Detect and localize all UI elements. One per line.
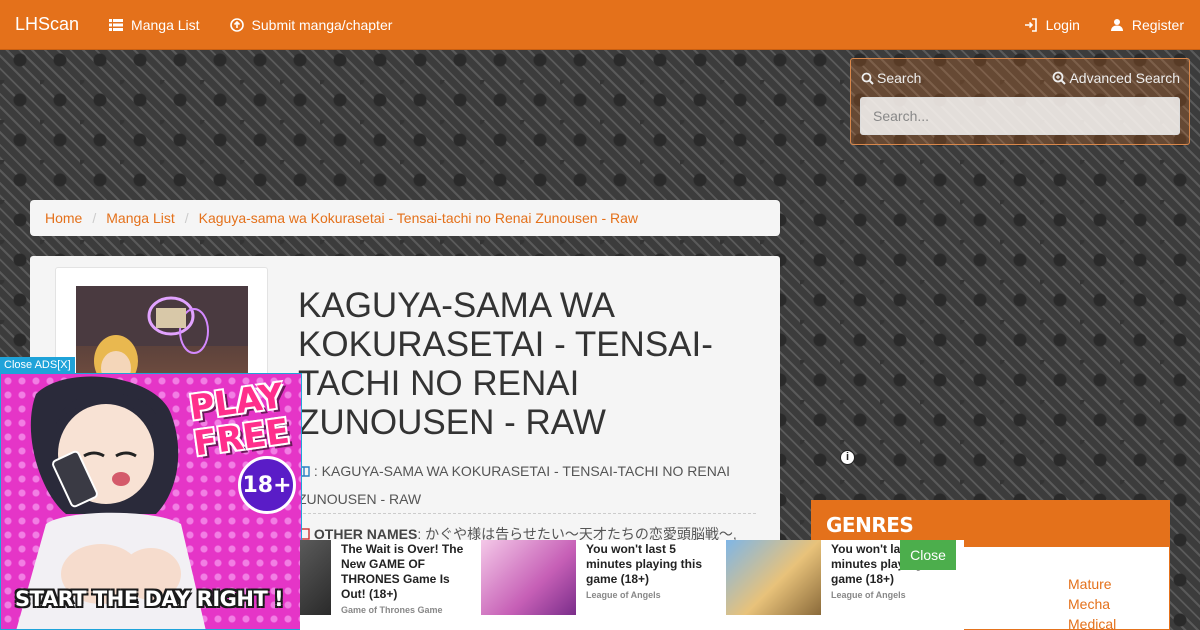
ad-text: The Wait is Over! The New GAME OF THRONE…	[331, 540, 471, 615]
breadcrumb: Home / Manga List / Kaguya-sama wa Kokur…	[30, 200, 780, 236]
search-header: Search Advanced Search	[851, 59, 1189, 86]
divider	[298, 513, 756, 514]
ad-thumbnail	[300, 540, 331, 615]
register-link[interactable]: Register	[1110, 17, 1184, 33]
navbar: LHScan Manga List Submit manga/chapter L…	[0, 0, 1200, 50]
age-badge: 18+	[238, 456, 296, 514]
upload-icon	[229, 17, 244, 32]
manga-title: KAGUYA-SAMA WA KOKURASETAI - TENSAI-TACH…	[298, 286, 713, 442]
close-ads-button[interactable]: Close ADS[X]	[0, 357, 75, 373]
ad-close-button[interactable]: Close	[900, 540, 956, 570]
nav-submit-label: Submit manga/chapter	[251, 16, 393, 33]
nav-manga-list[interactable]: Manga List	[109, 16, 200, 33]
list-icon	[109, 18, 124, 31]
advanced-search-label: Advanced Search	[1069, 70, 1180, 86]
nav-right: Login Register	[1024, 17, 1200, 33]
advanced-search-link[interactable]: Advanced Search	[1052, 70, 1180, 86]
register-label: Register	[1131, 16, 1184, 33]
search-input[interactable]	[860, 97, 1180, 135]
breadcrumb-separator: /	[184, 210, 189, 226]
ad-thumbnail	[481, 540, 576, 615]
alt-title: : KAGUYA-SAMA WA KOKURASETAI - TENSAI-TA…	[298, 457, 768, 513]
ad-source: League of Angels	[586, 590, 661, 600]
nav-submit[interactable]: Submit manga/chapter	[229, 16, 393, 33]
brand-logo[interactable]: LHScan	[15, 14, 79, 35]
genre-item-mecha[interactable]: Mecha	[1068, 594, 1116, 614]
login-icon	[1024, 17, 1037, 32]
ad-item[interactable]: The Wait is Over! The New GAME OF THRONE…	[300, 540, 471, 615]
start-day-text: START THE DAY RIGHT !	[15, 587, 284, 611]
ad-text: You won't last 5 minutes playing this ga…	[576, 540, 716, 615]
search-icon	[861, 72, 874, 85]
ad-item[interactable]: You won't last 5 minutes playing this ga…	[481, 540, 716, 615]
overlay-ad[interactable]: PLAY FREE 18+ START THE DAY RIGHT !	[0, 373, 302, 630]
ad-source: League of Angels	[831, 590, 906, 600]
login-label: Login	[1045, 16, 1080, 33]
breadcrumb-home[interactable]: Home	[45, 210, 82, 226]
search-tab[interactable]: Search	[861, 70, 921, 86]
genre-item-mature[interactable]: Mature	[1068, 574, 1116, 594]
login-link[interactable]: Login	[1024, 17, 1080, 33]
ad-headline: The Wait is Over! The New GAME OF THRONE…	[341, 542, 464, 601]
genre-list: Mature Mecha Medical	[1068, 574, 1116, 630]
alt-title-text: : KAGUYA-SAMA WA KOKURASETAI - TENSAI-TA…	[298, 463, 731, 507]
genre-item-medical[interactable]: Medical	[1068, 614, 1116, 630]
ad-strip: The Wait is Over! The New GAME OF THRONE…	[300, 540, 964, 630]
advanced-search-icon	[1053, 71, 1067, 85]
nav-manga-list-label: Manga List	[131, 16, 200, 33]
breadcrumb-separator: /	[92, 210, 97, 226]
ad-source: Game of Thrones Game	[341, 605, 443, 615]
user-icon	[1110, 18, 1123, 31]
breadcrumb-manga-list[interactable]: Manga List	[106, 210, 174, 226]
breadcrumb-current[interactable]: Kaguya-sama wa Kokurasetai - Tensai-tach…	[199, 210, 638, 226]
ad-thumbnail	[726, 540, 821, 615]
info-icon[interactable]: i	[840, 450, 855, 465]
search-label: Search	[877, 70, 922, 86]
search-panel: Search Advanced Search	[850, 58, 1190, 145]
ad-headline: You won't last 5 minutes playing this ga…	[586, 542, 703, 586]
